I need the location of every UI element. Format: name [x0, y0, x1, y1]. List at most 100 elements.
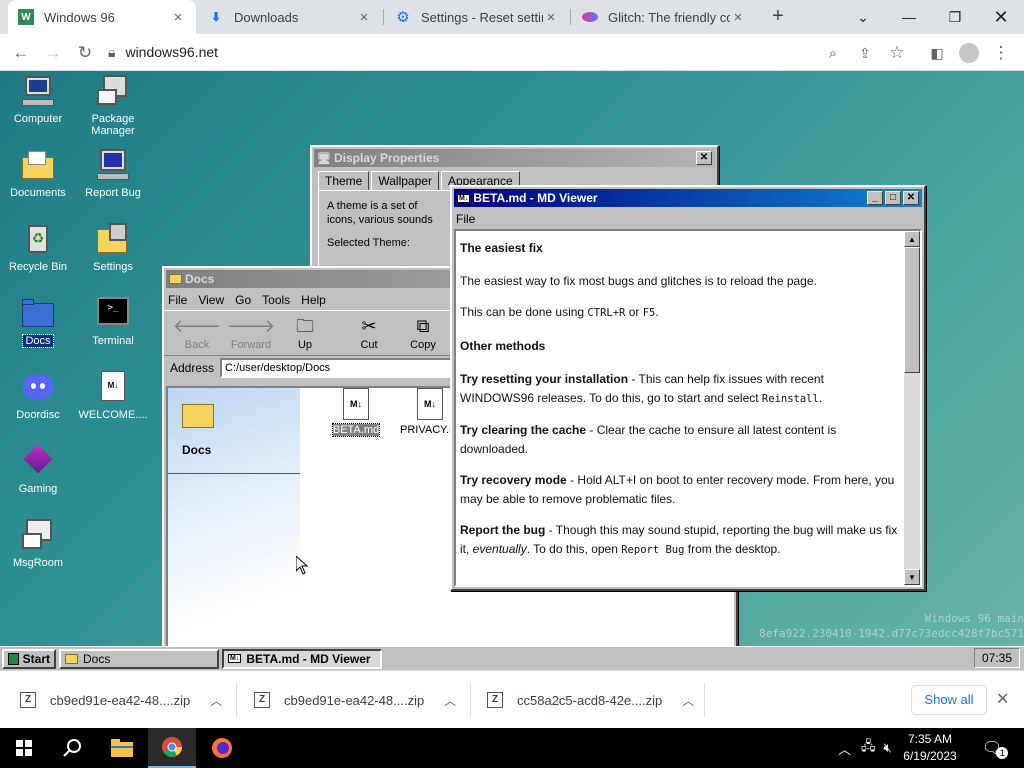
win96-taskbar: Start Docs M↓ BETA.md - MD Viewer 07:35	[0, 646, 1024, 670]
cut-button[interactable]: ✂ Cut	[342, 313, 396, 353]
tool-label: Up	[297, 339, 313, 351]
taskbar-mdviewer-button[interactable]: M↓ BETA.md - MD Viewer	[222, 648, 382, 669]
close-icon[interactable]: ✕	[696, 151, 712, 165]
menu-tools[interactable]: Tools	[262, 293, 290, 307]
back-arrow-icon[interactable]: ←	[8, 40, 34, 66]
markdown-content[interactable]: The easiest fix The easiest way to fix m…	[454, 229, 922, 587]
search-icon[interactable]	[48, 728, 96, 768]
tab-settings[interactable]: ⚙ Settings - Reset settings ×	[385, 0, 569, 34]
desktop-icon-package-manager[interactable]: Package Manager	[75, 75, 151, 137]
desktop-icon-doordisc[interactable]: Doordisc	[0, 371, 76, 421]
os-taskbar: ︿ 🖧︎ 🔇︎ 7:35 AM 6/19/2023 🗨︎ 1	[0, 728, 1024, 768]
address-bar[interactable]: 🔒︎ windows96.net	[108, 38, 918, 66]
tab-downloads[interactable]: ⬇ Downloads ×	[198, 0, 382, 34]
maximize-icon[interactable]: □	[885, 191, 901, 205]
menu-go[interactable]: Go	[235, 293, 251, 307]
menu-file[interactable]: File	[456, 212, 475, 226]
download-item[interactable]: Z cb9ed91e-ea42-48....zip ︿	[254, 671, 456, 729]
minimize-icon[interactable]: _	[867, 191, 883, 205]
tab-wallpaper[interactable]: Wallpaper	[371, 171, 439, 191]
notifications-button[interactable]: 🗨︎ 1	[982, 728, 1009, 768]
menu-file[interactable]: File	[168, 293, 187, 307]
reload-icon[interactable]: ↻	[72, 40, 98, 66]
desktop-icon-computer[interactable]: Computer	[0, 75, 76, 125]
forward-arrow-icon[interactable]: →	[40, 40, 66, 66]
clock-time: 7:35 AM	[907, 732, 953, 746]
os-clock[interactable]: 7:35 AM 6/19/2023	[880, 731, 980, 765]
chevron-up-icon[interactable]: ︿	[838, 739, 851, 758]
build-watermark-line1: Windows 96 main	[924, 612, 1024, 625]
start-button[interactable]: Start	[2, 648, 56, 669]
tab-theme[interactable]: Theme	[318, 171, 370, 191]
chevron-up-icon[interactable]: ︿	[682, 692, 694, 709]
chevron-up-icon[interactable]: ︿	[210, 692, 222, 709]
search-icon[interactable]: ⌕	[820, 40, 846, 66]
firefox-icon[interactable]	[198, 728, 246, 768]
scroll-down-icon[interactable]: ▼	[904, 569, 920, 585]
desktop-icon-documents[interactable]: Documents	[0, 149, 76, 199]
windows96-logo-icon	[8, 652, 19, 665]
desktop-icon-terminal[interactable]: >_ Terminal	[75, 297, 151, 347]
method-title: Report the bug	[460, 523, 546, 537]
browser-tab-strip: W Windows 96 × ⬇ Downloads × ⚙ Settings …	[0, 0, 1024, 34]
settings-icon	[97, 223, 129, 255]
tool-label: Copy	[410, 339, 436, 351]
desktop-icon-welcome[interactable]: M↓ WELCOME....	[75, 371, 151, 421]
window-title-bar[interactable]: 🖥︎ Display Properties ✕	[314, 149, 715, 167]
minimize-icon[interactable]: —	[886, 0, 932, 34]
download-filename: cb9ed91e-ea42-48....zip	[284, 692, 425, 708]
menu-view[interactable]: View	[198, 293, 224, 307]
tab-windows96[interactable]: W Windows 96 ×	[8, 0, 196, 34]
glitch-fish-icon	[582, 12, 598, 22]
back-button[interactable]: 🡐 Back	[170, 313, 224, 353]
taskbar-docs-button[interactable]: Docs	[59, 648, 219, 669]
chevron-up-icon[interactable]: ︿	[444, 692, 456, 709]
icon-label: Doordisc	[16, 409, 60, 421]
desktop-icon-report-bug[interactable]: Report Bug	[75, 149, 151, 199]
tab-glitch[interactable]: Glitch: The friendly community ×	[572, 0, 756, 34]
side-panel-icon[interactable]: ◧	[924, 40, 950, 66]
close-tab-icon[interactable]: ×	[356, 9, 372, 26]
download-divider	[704, 683, 705, 717]
markdown-body: The easiest fix The easiest way to fix m…	[460, 239, 898, 572]
close-tab-icon[interactable]: ×	[543, 9, 559, 26]
chrome-icon[interactable]	[148, 728, 196, 768]
file-item-beta[interactable]: M↓ BETA.md	[326, 388, 386, 437]
windows-start-icon[interactable]	[0, 728, 48, 768]
notification-count: 1	[996, 747, 1009, 759]
network-icon[interactable]: 🖧︎	[861, 737, 876, 759]
close-icon[interactable]: ✕	[996, 689, 1009, 709]
close-tab-icon[interactable]: ×	[170, 9, 186, 26]
download-item[interactable]: Z cc58a2c5-acd8-42e....zip ︿	[487, 671, 694, 729]
scroll-thumb[interactable]	[904, 247, 920, 373]
more-menu-icon[interactable]: ⋮	[988, 40, 1014, 66]
md-file-icon: M↓	[457, 193, 471, 203]
desktop-icon-settings[interactable]: Settings	[75, 223, 151, 273]
vertical-scrollbar[interactable]: ▲ ▼	[904, 231, 920, 585]
tab-title: Windows 96	[44, 9, 115, 25]
download-item[interactable]: Z cb9ed91e-ea42-48....zip ︿	[20, 671, 222, 729]
copy-button[interactable]: ⧉ Copy	[396, 313, 450, 353]
share-icon[interactable]: ⇪	[852, 40, 878, 66]
forward-button[interactable]: 🡒 Forward	[224, 313, 278, 353]
show-all-button[interactable]: Show all	[911, 685, 987, 715]
bookmark-star-icon[interactable]: ☆	[884, 40, 910, 66]
new-tab-button[interactable]: +	[766, 4, 790, 28]
desktop-icon-docs[interactable]: Docs	[0, 297, 76, 348]
close-icon[interactable]: ✕	[903, 191, 919, 205]
desktop-icon-msgroom[interactable]: MsgRoom	[0, 519, 76, 569]
text: .	[818, 391, 823, 405]
close-window-icon[interactable]: ✕	[978, 0, 1024, 34]
up-button[interactable]: 🗀 Up	[278, 313, 332, 353]
desktop-icon-recycle-bin[interactable]: ♻ Recycle Bin	[0, 223, 76, 273]
menu-help[interactable]: Help	[301, 293, 326, 307]
scroll-up-icon[interactable]: ▲	[904, 231, 920, 247]
forward-arrow-icon: 🡒	[226, 316, 276, 336]
file-explorer-icon[interactable]	[98, 728, 146, 768]
close-tab-icon[interactable]: ×	[730, 9, 746, 26]
window-title-bar[interactable]: M↓ BETA.md - MD Viewer _ □ ✕	[454, 189, 922, 207]
desktop-icon-gaming[interactable]: Gaming	[0, 444, 76, 495]
tab-search-chevron-icon[interactable]: ⌄	[840, 0, 886, 34]
profile-avatar-icon[interactable]	[956, 40, 982, 66]
restore-icon[interactable]: ❐	[932, 0, 978, 34]
